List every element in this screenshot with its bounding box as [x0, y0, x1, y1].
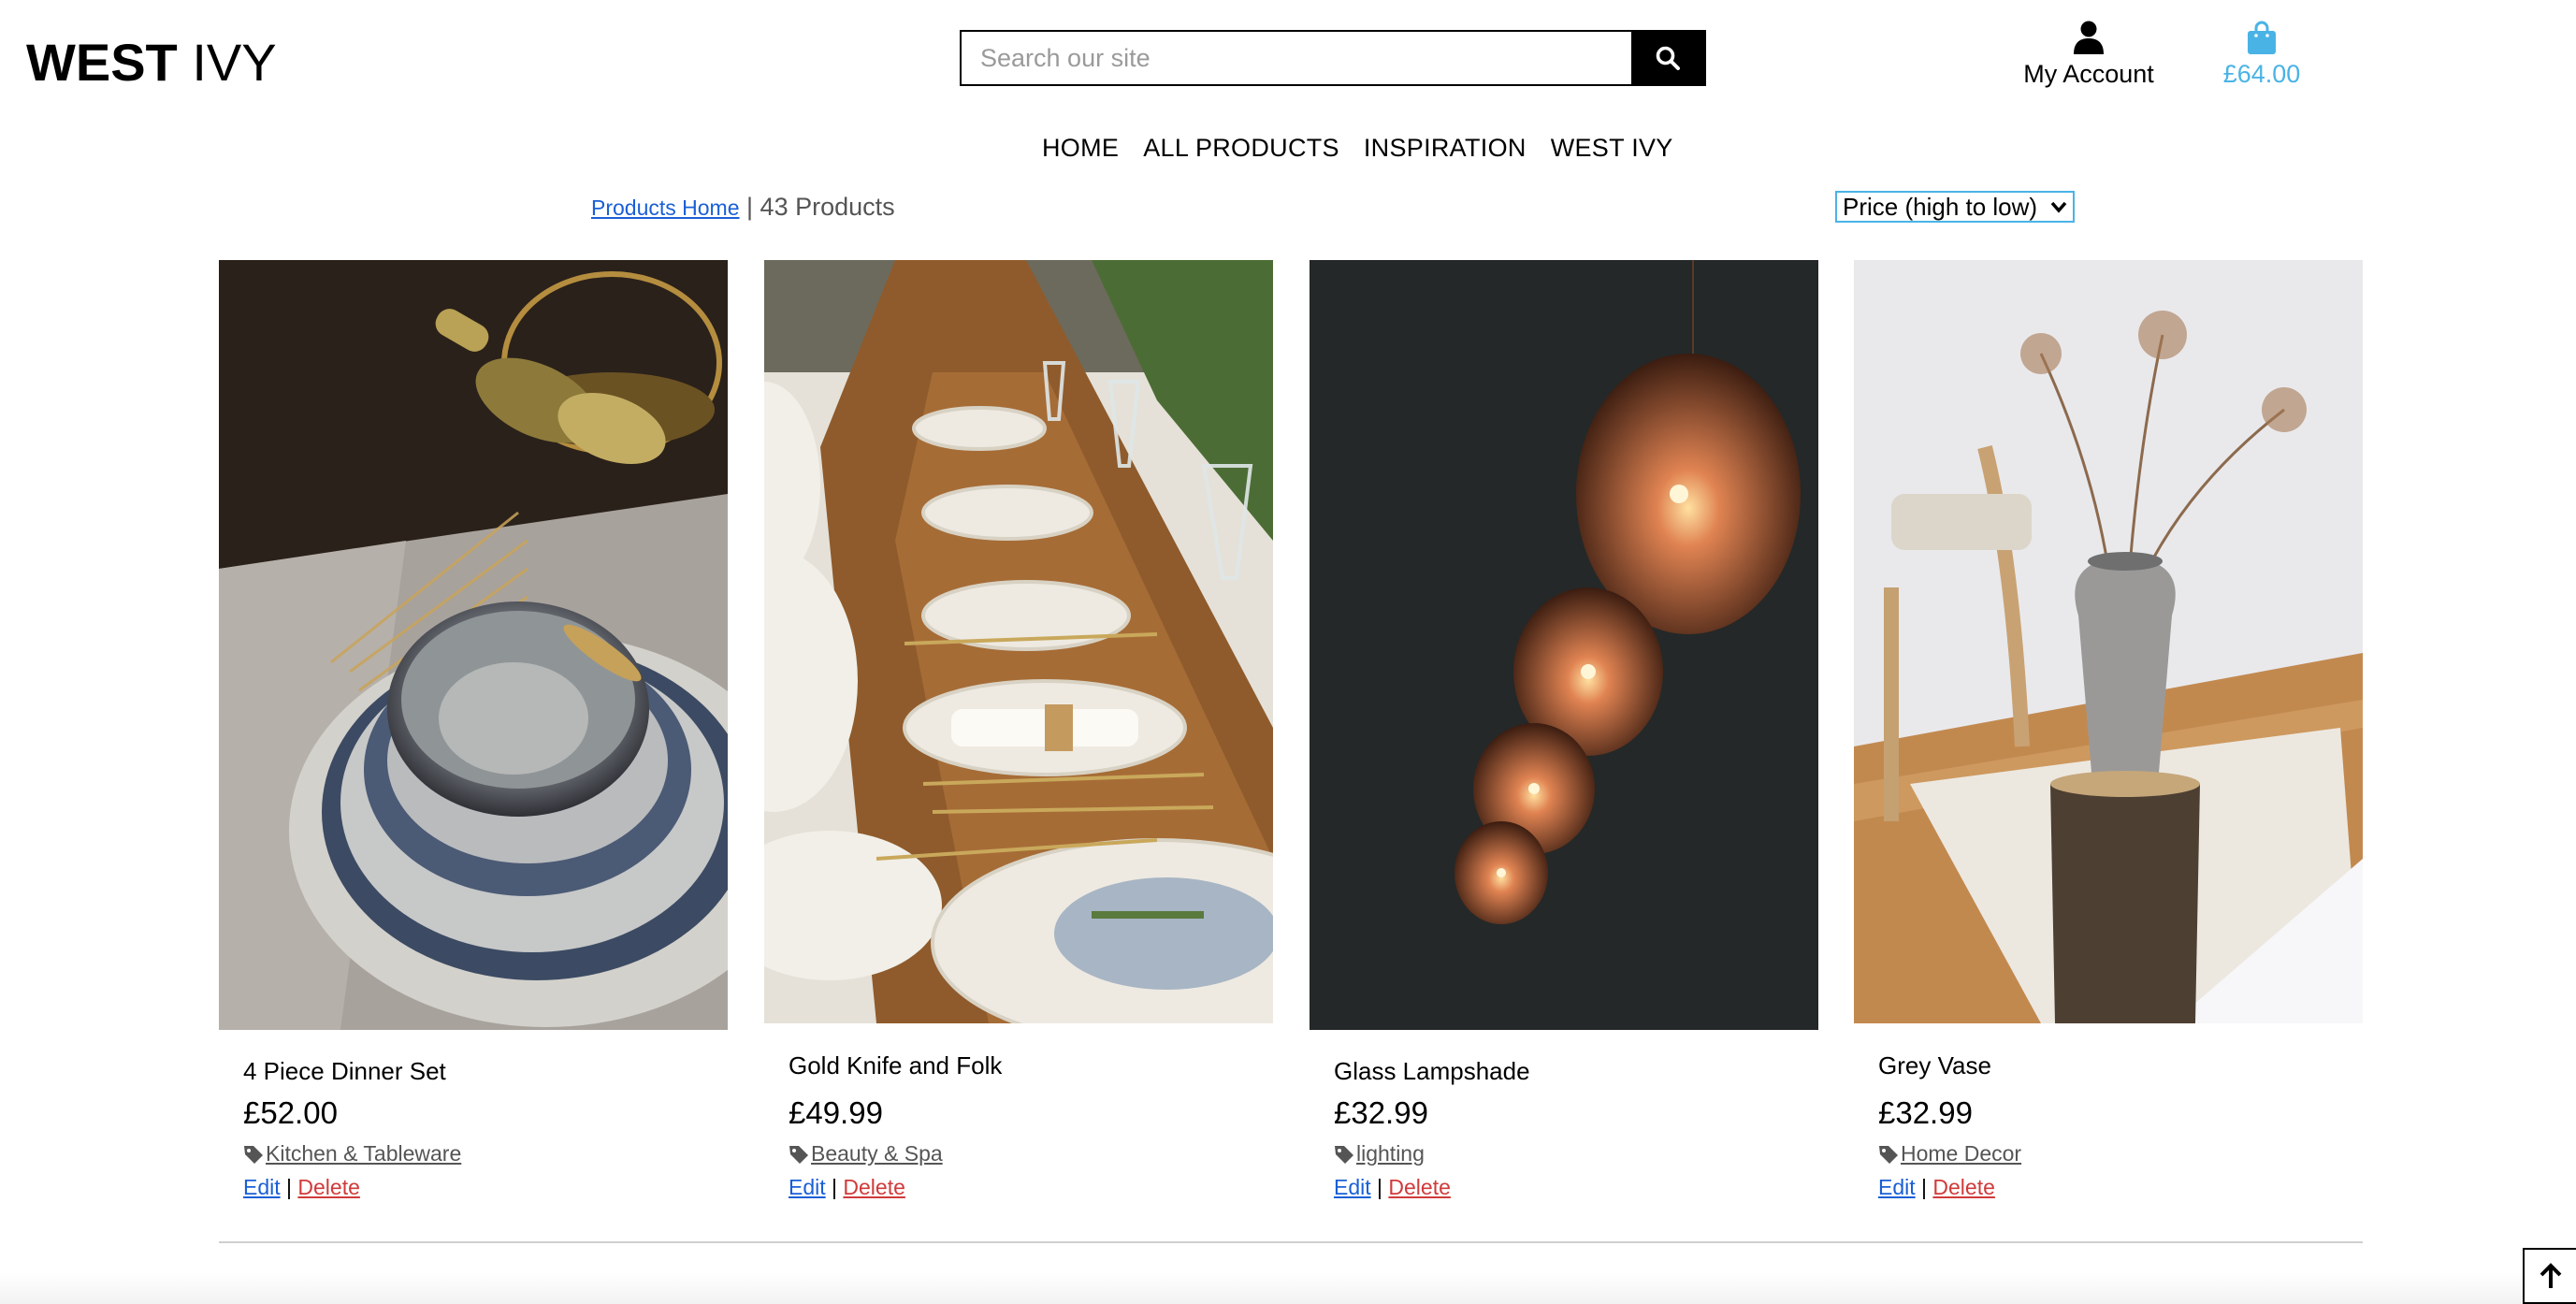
- product-category: Home Decor: [1878, 1141, 2021, 1166]
- bottom-fade: [0, 1272, 2576, 1304]
- back-to-top-button[interactable]: [2523, 1248, 2576, 1304]
- product-price: £32.99: [1334, 1095, 1428, 1130]
- site-logo[interactable]: WEST IVY: [26, 32, 277, 93]
- category-link[interactable]: Kitchen & Tableware: [266, 1141, 461, 1166]
- product-card: Gold Knife and Folk £49.99 Beauty & Spa …: [764, 260, 1273, 1199]
- product-price: £32.99: [1878, 1095, 1973, 1130]
- product-actions: Edit | Delete: [1334, 1175, 1451, 1199]
- delete-link[interactable]: Delete: [1388, 1175, 1450, 1199]
- product-image[interactable]: [1854, 260, 2363, 1023]
- category-link[interactable]: Beauty & Spa: [811, 1141, 943, 1166]
- search-button[interactable]: [1631, 32, 1704, 84]
- nav-inspiration[interactable]: INSPIRATION: [1364, 134, 1527, 163]
- delete-link[interactable]: Delete: [297, 1175, 359, 1199]
- sort-select[interactable]: Price (high to low): [1835, 191, 2075, 223]
- product-category: lighting: [1334, 1141, 1425, 1166]
- product-name[interactable]: Glass Lampshade: [1334, 1057, 1530, 1086]
- product-price: £52.00: [243, 1095, 338, 1130]
- edit-link[interactable]: Edit: [1334, 1175, 1371, 1199]
- product-category: Kitchen & Tableware: [243, 1141, 461, 1166]
- nav-west-ivy[interactable]: WEST IVY: [1551, 134, 1673, 163]
- edit-link[interactable]: Edit: [789, 1175, 826, 1199]
- product-name[interactable]: Grey Vase: [1878, 1051, 1991, 1080]
- search-icon: [1656, 46, 1680, 70]
- search-form: [960, 30, 1706, 86]
- search-input[interactable]: [962, 32, 1631, 84]
- product-count: 43 Products: [760, 193, 895, 221]
- product-card: Glass Lampshade £32.99 lighting Edit | D…: [1310, 260, 1818, 1199]
- product-category: Beauty & Spa: [789, 1141, 943, 1166]
- category-link[interactable]: lighting: [1356, 1141, 1425, 1166]
- tag-icon: [1879, 1145, 1898, 1164]
- tag-icon: [789, 1145, 808, 1164]
- main-nav: HOME ALL PRODUCTS INSPIRATION WEST IVY: [1042, 134, 1673, 163]
- cart-link[interactable]: £64.00: [2207, 21, 2316, 89]
- nav-all-products[interactable]: ALL PRODUCTS: [1143, 134, 1339, 163]
- product-card: 4 Piece Dinner Set £52.00 Kitchen & Tabl…: [219, 260, 728, 1199]
- cart-total: £64.00: [2222, 60, 2301, 88]
- product-actions: Edit | Delete: [243, 1175, 360, 1199]
- product-actions: Edit | Delete: [789, 1175, 905, 1199]
- tag-icon: [1335, 1145, 1353, 1164]
- product-price: £49.99: [789, 1095, 883, 1130]
- chevron-down-icon: [2050, 201, 2067, 213]
- category-link[interactable]: Home Decor: [1901, 1141, 2021, 1166]
- user-icon: [2074, 21, 2104, 54]
- my-account-link[interactable]: My Account: [2011, 21, 2166, 89]
- delete-link[interactable]: Delete: [843, 1175, 904, 1199]
- products-home-link[interactable]: Products Home: [591, 196, 740, 220]
- logo-west: WEST: [26, 33, 178, 92]
- product-image[interactable]: [1310, 260, 1818, 1030]
- sort-selected-value: Price (high to low): [1843, 192, 2038, 221]
- nav-home[interactable]: HOME: [1042, 134, 1119, 163]
- delete-link[interactable]: Delete: [1932, 1175, 1994, 1199]
- breadcrumb-separator: |: [739, 193, 760, 221]
- edit-link[interactable]: Edit: [243, 1175, 281, 1199]
- product-image[interactable]: [764, 260, 1273, 1023]
- tag-icon: [244, 1145, 263, 1164]
- account-label: My Account: [2023, 60, 2154, 88]
- edit-link[interactable]: Edit: [1878, 1175, 1916, 1199]
- breadcrumb: Products Home | 43 Products: [591, 193, 895, 222]
- product-image[interactable]: [219, 260, 728, 1030]
- product-name[interactable]: 4 Piece Dinner Set: [243, 1057, 446, 1086]
- product-name[interactable]: Gold Knife and Folk: [789, 1051, 1002, 1080]
- product-actions: Edit | Delete: [1878, 1175, 1995, 1199]
- shopping-bag-icon: [2248, 21, 2276, 54]
- section-divider: [219, 1241, 2363, 1243]
- product-card: Grey Vase £32.99 Home Decor Edit | Delet…: [1854, 260, 2363, 1199]
- logo-ivy: IVY: [177, 33, 277, 92]
- arrow-up-icon: [2540, 1263, 2562, 1288]
